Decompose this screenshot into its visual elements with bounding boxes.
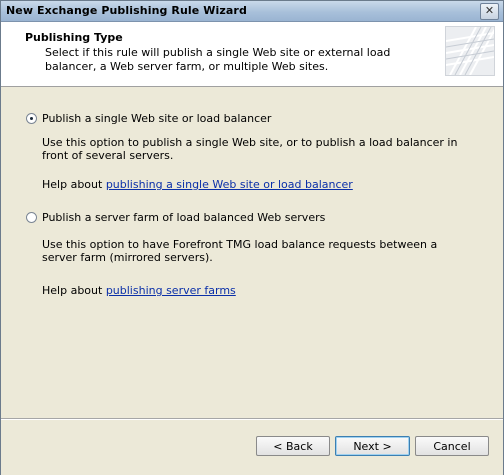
option-description: Use this option to publish a single Web … [42,136,458,162]
wizard-body: Publish a single Web site or load balanc… [1,87,503,418]
title-bar[interactable]: New Exchange Publishing Rule Wizard ✕ [1,1,503,22]
option-label[interactable]: Publish a server farm of load balanced W… [42,211,325,224]
help-link-single-site[interactable]: publishing a single Web site or load bal… [106,178,353,191]
option-single-site[interactable]: Publish a single Web site or load balanc… [26,112,271,125]
wizard-window: New Exchange Publishing Rule Wizard ✕ Pu… [0,0,504,475]
wizard-footer: < Back Next > Cancel [1,418,503,475]
option-description: Use this option to have Forefront TMG lo… [42,238,438,264]
wizard-graphic-icon [445,26,495,76]
back-button[interactable]: < Back [256,436,330,456]
option-server-farm[interactable]: Publish a server farm of load balanced W… [26,211,325,224]
help-line: Help about publishing server farms [42,284,236,297]
close-button[interactable]: ✕ [480,3,499,20]
cancel-button[interactable]: Cancel [415,436,489,456]
page-subtitle: Select if this rule will publish a singl… [45,46,391,73]
window-title: New Exchange Publishing Rule Wizard [6,4,247,17]
wizard-header: Publishing Type Select if this rule will… [1,22,503,87]
option-label[interactable]: Publish a single Web site or load balanc… [42,112,271,125]
next-button[interactable]: Next > [335,436,410,456]
help-line: Help about publishing a single Web site … [42,178,353,191]
page-title: Publishing Type [25,31,123,44]
close-icon: ✕ [484,4,495,17]
help-link-server-farms[interactable]: publishing server farms [106,284,236,297]
radio-server-farm[interactable] [26,212,37,223]
help-prefix: Help about [42,284,106,297]
help-prefix: Help about [42,178,106,191]
radio-single-site[interactable] [26,113,37,124]
